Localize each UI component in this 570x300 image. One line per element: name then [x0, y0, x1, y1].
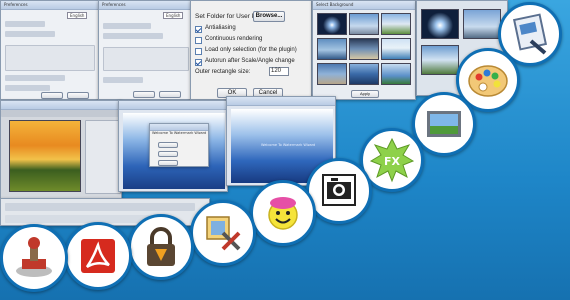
adjustment-panel — [85, 120, 121, 194]
toolbar — [1, 110, 121, 117]
preferences-window-2: Preferences English — [98, 0, 194, 100]
photo-editor-window — [0, 100, 122, 200]
wizard-option-button[interactable] — [158, 142, 178, 148]
wallpaper-thumb[interactable] — [317, 63, 347, 85]
wallpaper-thumb[interactable] — [421, 9, 459, 39]
language-value[interactable]: English — [163, 12, 184, 19]
continuous-rendering-checkbox[interactable] — [195, 37, 202, 44]
wallpaper-thumb[interactable] — [381, 38, 411, 60]
window-title: Preferences — [4, 2, 28, 7]
wallpaper-thumb[interactable] — [317, 13, 347, 35]
watermark-wizard-window: Welcome To Watermark Wizard — [118, 100, 228, 192]
select-background-window: Select Background Apply — [312, 0, 416, 100]
smiley-face-icon[interactable] — [250, 180, 316, 246]
presets-dialog: Set Folder for User Presets Browse... An… — [190, 0, 312, 100]
title-bar — [1, 101, 121, 110]
wallpaper-thumb[interactable] — [317, 38, 347, 60]
vlc-lock-icon[interactable] — [128, 214, 194, 280]
language-value[interactable]: English — [67, 12, 88, 19]
title-bar — [227, 97, 335, 106]
preferences-window-1: Preferences English — [0, 0, 100, 100]
svg-text:FX: FX — [384, 155, 401, 168]
wallpaper-thumb[interactable] — [421, 45, 459, 75]
rubber-stamp-icon[interactable] — [0, 224, 68, 292]
load-selection-checkbox[interactable] — [195, 48, 202, 55]
wallpaper-thumb[interactable] — [349, 63, 379, 85]
picture-frame-icon[interactable] — [412, 92, 476, 156]
wallpaper-thumb[interactable] — [381, 13, 411, 35]
browse-button[interactable]: Browse... — [253, 11, 285, 22]
wallpaper-thumb[interactable] — [349, 38, 379, 60]
apply-button[interactable]: Apply — [351, 90, 379, 98]
welcome-title: Welcome To Watermark Wizard — [152, 131, 207, 135]
window-title: Select Background — [316, 2, 354, 7]
sunset-photo-canvas — [9, 120, 81, 192]
antialiasing-checkbox[interactable] — [195, 26, 202, 33]
outer-rectangle-label: Outer rectangle size: — [195, 69, 251, 75]
title-bar — [119, 101, 227, 110]
autorun-checkbox[interactable] — [195, 59, 202, 66]
window-title: Preferences — [102, 2, 126, 7]
welcome-dialog: Welcome To Watermark Wizard — [149, 123, 209, 167]
continuous-rendering-label: Continuous rendering — [205, 36, 263, 42]
load-selection-label: Load only selection (for the plugin) — [205, 47, 297, 53]
wizard-option-button[interactable] — [158, 151, 178, 157]
wizard-option-button[interactable] — [158, 160, 178, 166]
watermark-label: Welcome To Watermark Wizard — [261, 143, 316, 147]
antialiasing-label: Antialiasing — [205, 25, 236, 31]
ok-button[interactable] — [41, 92, 63, 99]
cancel-button[interactable] — [159, 91, 181, 98]
wallpaper-thumb[interactable] — [349, 13, 379, 35]
crop-tools-icon[interactable] — [190, 200, 256, 266]
wallpaper-thumb[interactable] — [463, 9, 501, 39]
cancel-button[interactable] — [67, 92, 89, 99]
wallpaper-thumb[interactable] — [381, 63, 411, 85]
outer-rectangle-input[interactable]: 120 — [269, 67, 289, 76]
autorun-label: Autorun after Scale/Angle change — [205, 58, 295, 64]
pdf-reader-icon[interactable] — [64, 222, 132, 290]
ok-button[interactable] — [133, 91, 155, 98]
